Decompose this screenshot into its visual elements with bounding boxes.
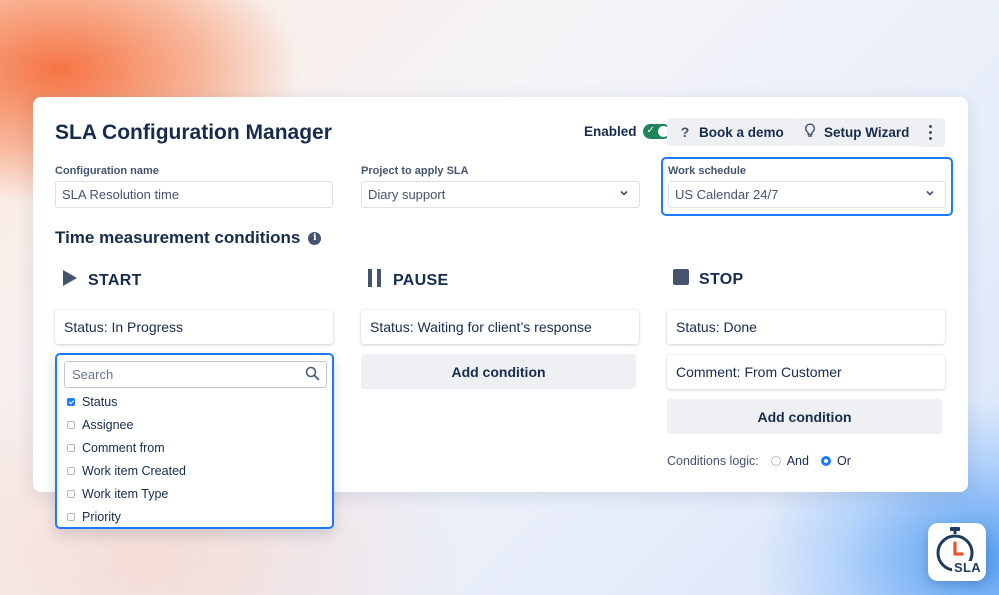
condition-text: Comment: From Customer xyxy=(676,364,842,380)
option-label: Priority xyxy=(82,510,121,524)
dropdown-option[interactable]: Assignee xyxy=(67,418,133,432)
play-icon xyxy=(62,269,78,292)
more-options-button[interactable] xyxy=(915,118,945,147)
logic-and-radio[interactable] xyxy=(770,456,781,466)
start-header: START xyxy=(62,269,142,292)
condition-text: Status: Done xyxy=(676,319,757,335)
book-demo-button[interactable]: ? Book a demo xyxy=(667,118,796,146)
search-icon xyxy=(305,366,320,384)
pause-condition-item[interactable]: Status: Waiting for client’s response xyxy=(361,310,639,344)
project-label: Project to apply SLA xyxy=(361,165,469,177)
checkbox-checked[interactable] xyxy=(67,398,75,406)
option-label: Assignee xyxy=(82,418,134,432)
dropdown-option[interactable]: Comment from xyxy=(67,441,165,455)
checkbox[interactable] xyxy=(67,490,75,498)
dropdown-option[interactable]: Priority xyxy=(67,510,121,524)
option-label: Comment from xyxy=(82,441,165,455)
pause-icon xyxy=(367,269,383,292)
condition-text: Status: In Progress xyxy=(64,319,184,335)
search-placeholder: Search xyxy=(72,367,114,382)
conditions-title-text: Time measurement conditions xyxy=(55,228,301,247)
sla-app-logo: SLA xyxy=(928,523,986,581)
config-name-value: SLA Resolution time xyxy=(62,187,180,202)
enabled-label: Enabled xyxy=(584,124,637,139)
config-name-input[interactable]: SLA Resolution time xyxy=(55,181,333,208)
option-label: Work item Type xyxy=(82,487,169,501)
work-schedule-select[interactable]: US Calendar 24/7 xyxy=(668,181,946,208)
check-icon: ✓ xyxy=(646,125,655,136)
project-select[interactable]: Diary support xyxy=(361,181,640,208)
option-label: Work item Created xyxy=(82,464,186,478)
dropdown-option[interactable]: Work item Type xyxy=(67,487,168,501)
dropdown-search-input[interactable]: Search xyxy=(64,361,327,388)
stop-add-condition-button[interactable]: Add condition xyxy=(667,399,942,434)
stop-header: STOP xyxy=(673,269,743,290)
setup-wizard-label: Setup Wizard xyxy=(824,124,910,140)
book-demo-label: Book a demo xyxy=(699,124,784,140)
condition-text: Status: Waiting for client’s response xyxy=(370,319,592,335)
option-label: Status xyxy=(82,395,118,409)
chevron-down-icon xyxy=(619,188,629,201)
more-dot xyxy=(928,131,932,134)
logic-and-label[interactable]: And xyxy=(787,454,809,468)
badge-text: SLA xyxy=(954,560,981,575)
info-icon[interactable]: i xyxy=(308,231,322,245)
checkbox[interactable] xyxy=(67,421,75,429)
project-value: Diary support xyxy=(368,187,446,202)
conditions-title: Time measurement conditions i xyxy=(55,228,322,248)
logic-or-label[interactable]: Or xyxy=(837,454,851,468)
dropdown-option[interactable]: Status xyxy=(67,395,117,409)
pause-header: PAUSE xyxy=(367,269,448,292)
stop-label: STOP xyxy=(699,270,744,288)
question-icon: ? xyxy=(680,124,690,140)
enabled-switch-group[interactable]: Enabled ✓ xyxy=(584,124,671,139)
pause-add-condition-button[interactable]: Add condition xyxy=(361,354,636,389)
add-condition-label: Add condition xyxy=(451,363,546,380)
checkbox[interactable] xyxy=(67,513,75,521)
chevron-down-icon xyxy=(925,188,935,201)
start-label: START xyxy=(88,271,142,289)
add-condition-label: Add condition xyxy=(757,408,852,425)
config-name-label: Configuration name xyxy=(55,165,159,177)
dropdown-option[interactable]: Work item Created xyxy=(67,464,186,478)
logic-or-radio[interactable] xyxy=(820,456,831,466)
condition-field-dropdown: Search Status Assignee Comment from Work… xyxy=(55,353,334,529)
conditions-logic: Conditions logic: And Or xyxy=(667,454,851,468)
page-title: SLA Configuration Manager xyxy=(55,121,332,144)
more-dot xyxy=(928,125,932,128)
conditions-logic-label: Conditions logic: xyxy=(667,454,759,468)
pause-label: PAUSE xyxy=(393,271,449,289)
lightbulb-icon xyxy=(804,123,816,141)
more-dot xyxy=(928,137,932,140)
stop-condition-item[interactable]: Status: Done xyxy=(667,310,945,344)
stop-icon xyxy=(673,269,689,290)
start-condition-item[interactable]: Status: In Progress xyxy=(55,310,333,344)
checkbox[interactable] xyxy=(67,444,75,452)
work-schedule-label: Work schedule xyxy=(668,165,747,177)
stop-condition-item[interactable]: Comment: From Customer xyxy=(667,355,945,389)
work-schedule-value: US Calendar 24/7 xyxy=(675,187,779,202)
setup-wizard-button[interactable]: Setup Wizard xyxy=(792,118,922,146)
checkbox[interactable] xyxy=(67,467,75,475)
